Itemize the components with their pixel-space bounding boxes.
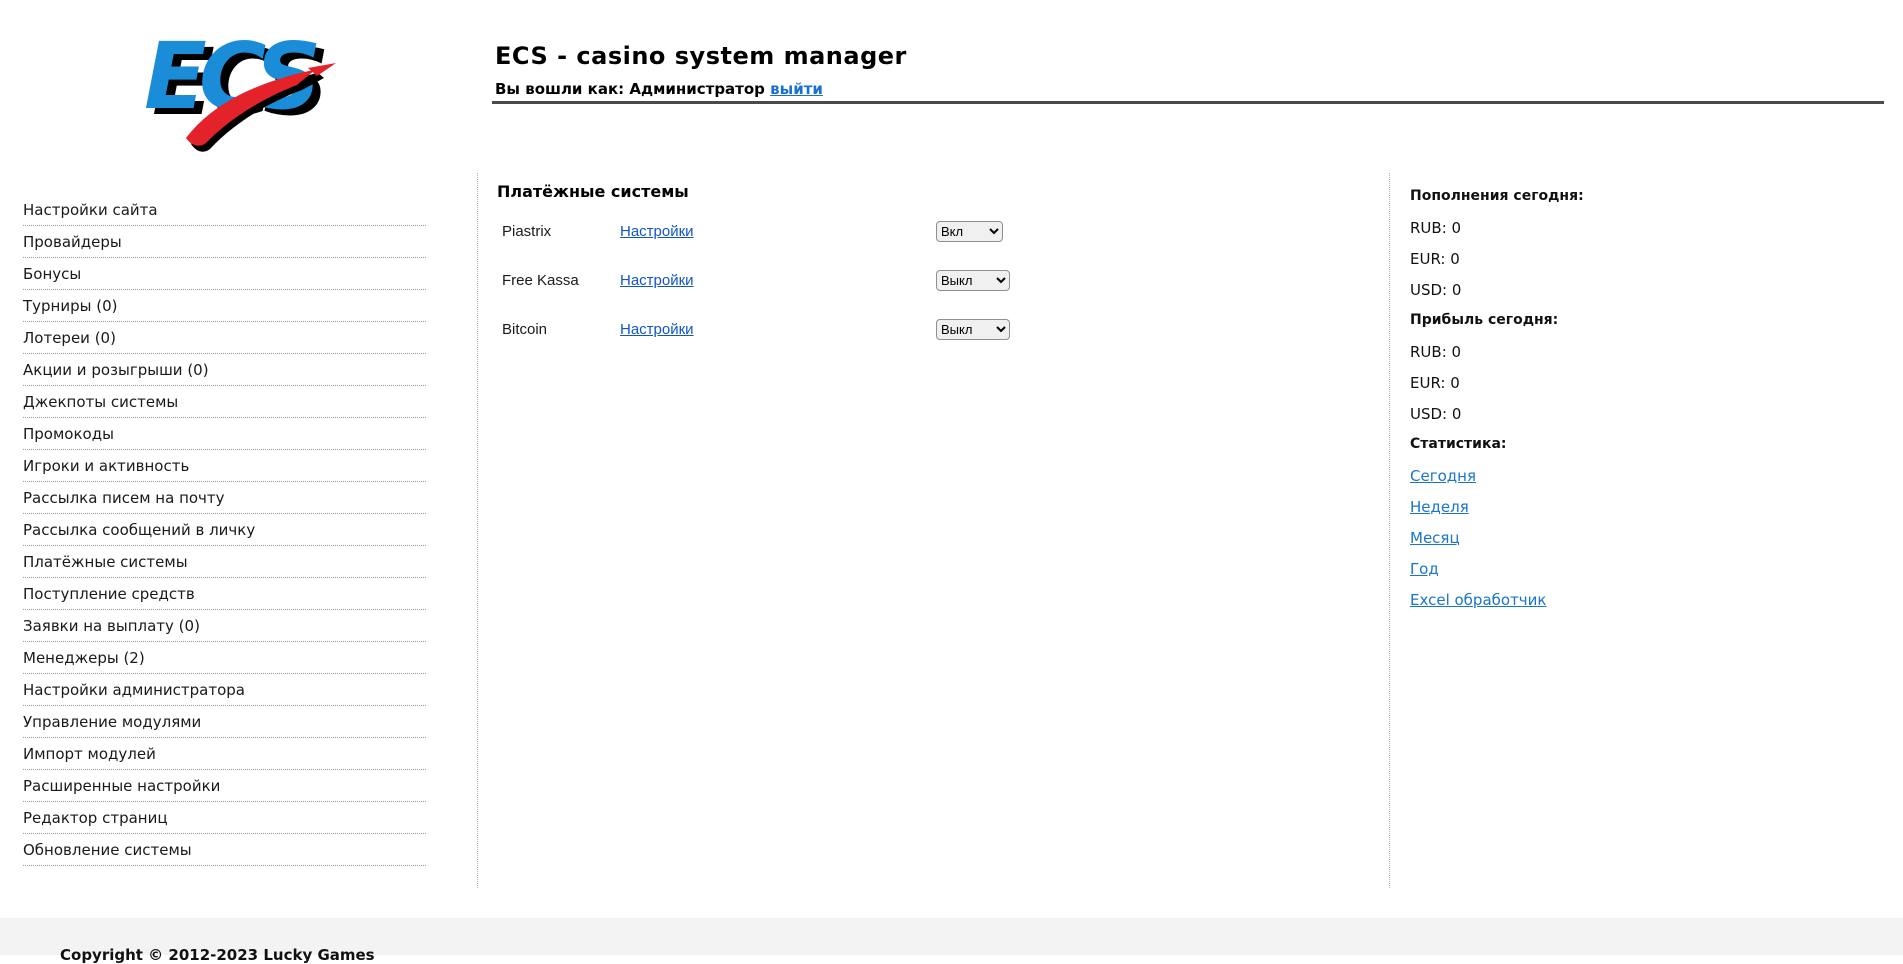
deposits-usd: USD: 0 <box>1410 281 1462 299</box>
deposits-rub: RUB: 0 <box>1410 219 1462 237</box>
sidebar-item-jackpots[interactable]: Джекпоты системы <box>23 386 426 418</box>
header-divider <box>492 101 1884 104</box>
statistics-title: Статистика: <box>1410 436 1507 452</box>
sidebar-item-admin-settings[interactable]: Настройки администратора <box>23 674 426 706</box>
copyright-text: Copyright © 2012-2023 Lucky Games <box>60 946 375 964</box>
stats-link-week[interactable]: Неделя <box>1410 498 1469 516</box>
sidebar-item-module-management[interactable]: Управление модулями <box>23 706 426 738</box>
sidebar-item-lotteries[interactable]: Лотереи (0) <box>23 322 426 354</box>
sidebar-item-players-activity[interactable]: Игроки и активность <box>23 450 426 482</box>
payment-name: Piastrix <box>502 223 552 240</box>
sidebar-item-page-editor[interactable]: Редактор страниц <box>23 802 426 834</box>
deposits-eur: EUR: 0 <box>1410 250 1460 268</box>
payment-status-select[interactable]: Вкл <box>936 221 1003 242</box>
logout-link[interactable]: выйти <box>770 80 823 98</box>
sidebar-menu: Настройки сайта Провайдеры Бонусы Турнир… <box>23 194 426 866</box>
main-stats-divider <box>1389 173 1390 888</box>
login-status: Вы вошли как: Администратор выйти <box>495 80 823 98</box>
payment-settings-link[interactable]: Настройки <box>620 223 694 240</box>
sidebar-item-payout-requests[interactable]: Заявки на выплату (0) <box>23 610 426 642</box>
payment-row-freekassa: Free Kassa Настройки Выкл <box>502 270 1202 319</box>
ecs-logo-graphic: ECS ECS <box>144 23 336 152</box>
payment-row-bitcoin: Bitcoin Настройки Выкл <box>502 319 1202 368</box>
payment-settings-link[interactable]: Настройки <box>620 321 694 338</box>
sidebar-item-promocodes[interactable]: Промокоды <box>23 418 426 450</box>
sidebar-item-managers[interactable]: Менеджеры (2) <box>23 642 426 674</box>
profit-eur: EUR: 0 <box>1410 374 1460 392</box>
deposits-today-title: Пополнения сегодня: <box>1410 188 1584 204</box>
sidebar-item-email-mailing[interactable]: Рассылка писем на почту <box>23 482 426 514</box>
sidebar-item-site-settings[interactable]: Настройки сайта <box>23 194 426 226</box>
sidebar-item-system-update[interactable]: Обновление системы <box>23 834 426 866</box>
footer: Copyright © 2012-2023 Lucky Games <box>0 918 1903 964</box>
payments-heading: Платёжные системы <box>497 182 689 201</box>
stats-link-year[interactable]: Год <box>1410 560 1439 578</box>
sidebar-item-bonuses[interactable]: Бонусы <box>23 258 426 290</box>
payment-row-piastrix: Piastrix Настройки Вкл <box>502 221 1202 270</box>
sidebar-item-incoming-funds[interactable]: Поступление средств <box>23 578 426 610</box>
sidebar-item-module-import[interactable]: Импорт модулей <box>23 738 426 770</box>
page-title: ECS - casino system manager <box>495 42 907 70</box>
sidebar-item-advanced-settings[interactable]: Расширенные настройки <box>23 770 426 802</box>
payment-settings-link[interactable]: Настройки <box>620 272 694 289</box>
payment-status-select[interactable]: Выкл <box>936 319 1010 340</box>
payments-list: Piastrix Настройки Вкл Free Kassa Настро… <box>502 221 1202 368</box>
stats-panel: Пополнения сегодня: RUB: 0 EUR: 0 USD: 0… <box>1410 188 1650 622</box>
profit-rub: RUB: 0 <box>1410 343 1462 361</box>
payment-status-select[interactable]: Выкл <box>936 270 1010 291</box>
sidebar-item-promotions[interactable]: Акции и розыгрыши (0) <box>23 354 426 386</box>
sidebar-item-providers[interactable]: Провайдеры <box>23 226 426 258</box>
sidebar-item-pm-mailing[interactable]: Рассылка сообщений в личку <box>23 514 426 546</box>
sidebar-item-payment-systems[interactable]: Платёжные системы <box>23 546 426 578</box>
stats-link-month[interactable]: Месяц <box>1410 529 1460 547</box>
profit-today-title: Прибыль сегодня: <box>1410 312 1559 328</box>
stats-link-excel[interactable]: Excel обработчик <box>1410 591 1546 609</box>
payment-name: Free Kassa <box>502 272 579 289</box>
login-status-text: Вы вошли как: Администратор <box>495 80 765 98</box>
sidebar-main-divider <box>477 173 478 888</box>
payment-name: Bitcoin <box>502 321 548 338</box>
ecs-logo: ECS ECS <box>136 18 341 156</box>
stats-link-today[interactable]: Сегодня <box>1410 467 1476 485</box>
sidebar-item-tournaments[interactable]: Турниры (0) <box>23 290 426 322</box>
profit-usd: USD: 0 <box>1410 405 1462 423</box>
